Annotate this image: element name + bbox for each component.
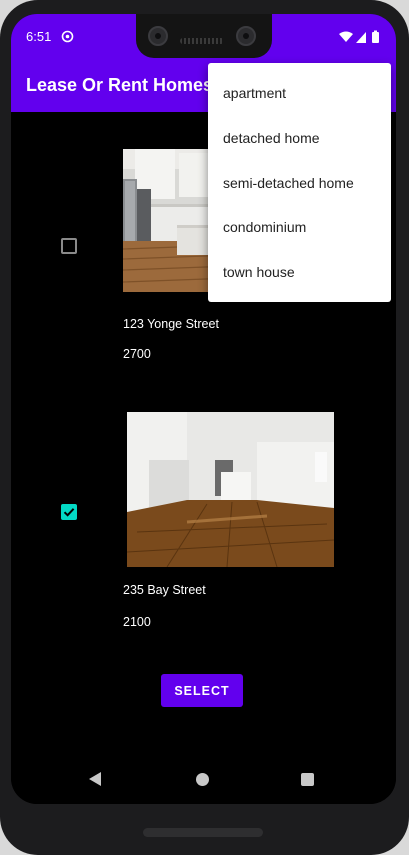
- living-room-photo: [127, 412, 334, 567]
- listing-checkbox-checked[interactable]: [61, 504, 77, 520]
- signal-icon: [356, 32, 366, 43]
- home-type-dropdown-menu: apartment detached home semi-detached ho…: [208, 63, 391, 302]
- status-icons: [339, 30, 379, 43]
- dropdown-item-condominium[interactable]: condominium: [208, 205, 391, 250]
- living-room-photo-image: [127, 412, 334, 567]
- back-icon[interactable]: [89, 772, 101, 786]
- front-sensor-icon: [236, 26, 256, 46]
- listing-address: 123 Yonge Street: [123, 317, 219, 331]
- wifi-icon: [339, 31, 353, 42]
- listing-price: 2700: [123, 347, 151, 361]
- camera-notch: [136, 14, 272, 58]
- dropdown-item-semi-detached-home[interactable]: semi-detached home: [208, 161, 391, 206]
- select-button[interactable]: SELECT: [161, 674, 243, 707]
- battery-icon: [372, 30, 379, 43]
- sync-icon: [61, 30, 74, 43]
- front-camera-icon: [148, 26, 168, 46]
- phone-device: 6:51 Lease Or Rent Homes 123 Yonge Stree…: [0, 0, 409, 855]
- phone-screen: 6:51 Lease Or Rent Homes 123 Yonge Stree…: [11, 14, 396, 804]
- earpiece-speaker: [180, 38, 224, 44]
- dropdown-item-detached-home[interactable]: detached home: [208, 116, 391, 161]
- app-title: Lease Or Rent Homes: [26, 75, 214, 95]
- bottom-speaker-grill: [143, 828, 263, 837]
- recents-icon[interactable]: [301, 773, 314, 786]
- listing-address: 235 Bay Street: [123, 583, 206, 597]
- dropdown-item-apartment[interactable]: apartment: [208, 71, 391, 116]
- checkmark-icon: [63, 508, 75, 517]
- dropdown-item-town-house[interactable]: town house: [208, 250, 391, 295]
- listing-checkbox-unchecked[interactable]: [61, 238, 77, 254]
- status-bar: 6:51: [11, 14, 396, 60]
- status-time: 6:51: [26, 29, 52, 44]
- home-icon[interactable]: [196, 773, 209, 786]
- listing-price: 2100: [123, 615, 151, 629]
- system-nav-bar: [11, 744, 396, 804]
